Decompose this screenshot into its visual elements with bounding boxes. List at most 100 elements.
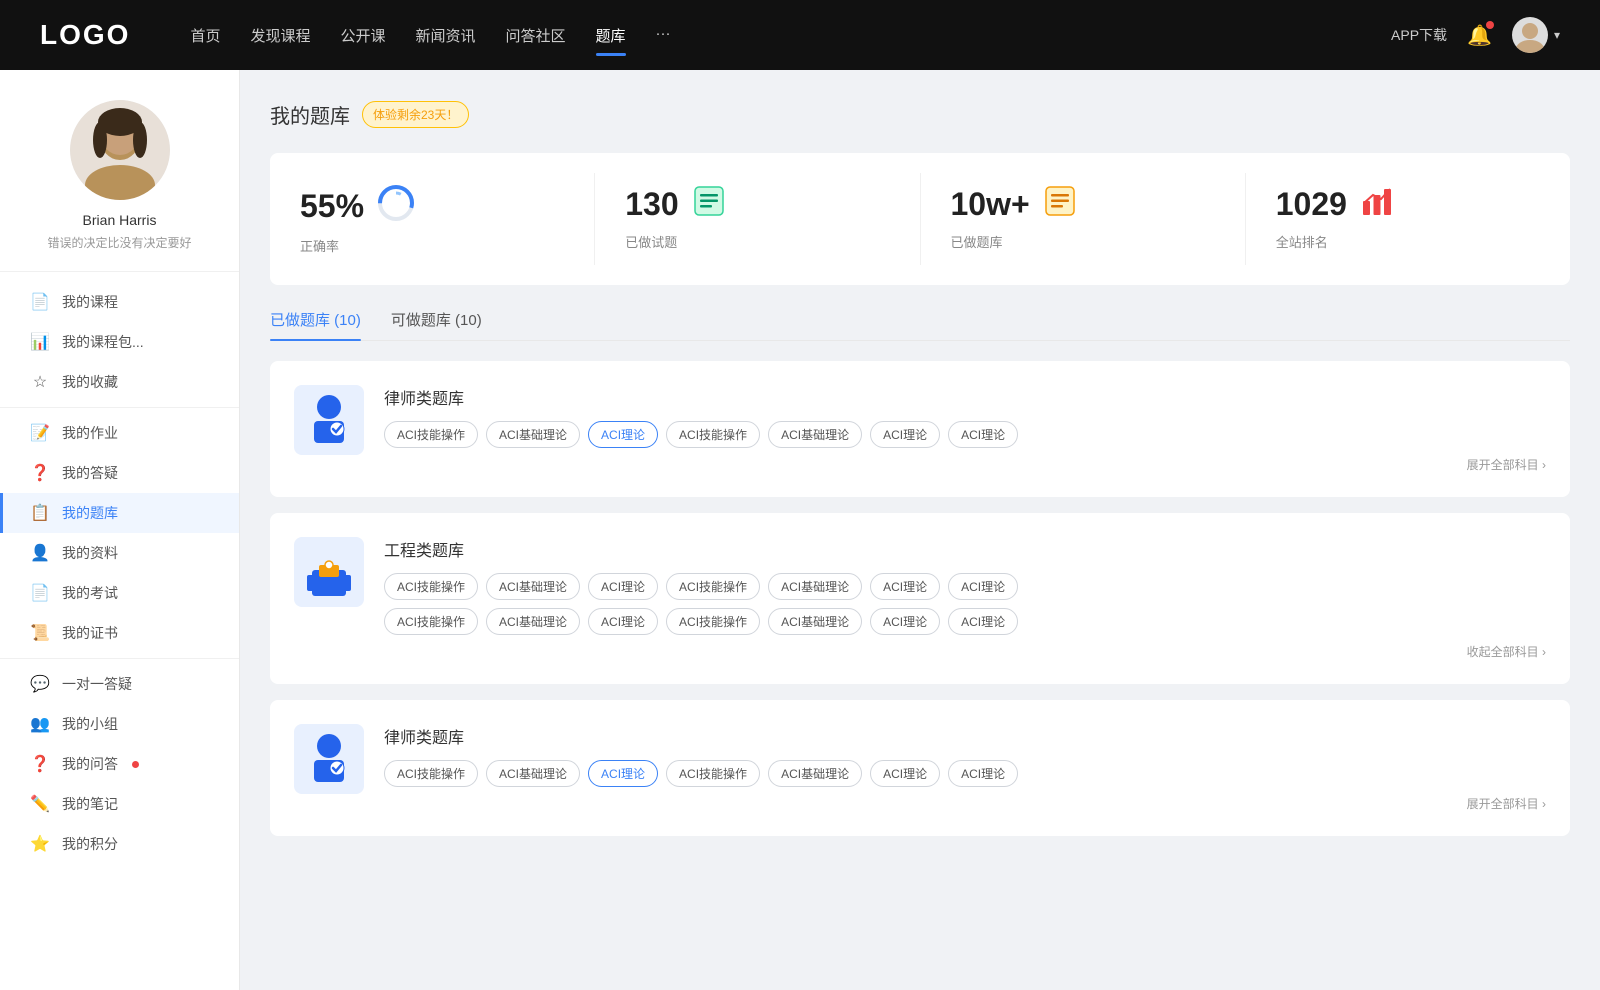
sidebar-item-homework[interactable]: 📝 我的作业 — [0, 413, 239, 453]
tag[interactable]: ACI技能操作 — [666, 608, 760, 635]
app-download-btn[interactable]: APP下载 — [1391, 25, 1447, 45]
notification-dot — [1486, 21, 1494, 29]
stat-rank: 1029 全站排名 — [1246, 173, 1570, 265]
tags-row-lawyer-1: ACI技能操作 ACI基础理论 ACI理论 ACI技能操作 ACI基础理论 AC… — [384, 421, 1546, 448]
sidebar-menu: 📄 我的课程 📊 我的课程包... ☆ 我的收藏 📝 我的作业 ❓ 我的答疑 � — [0, 272, 239, 874]
sidebar-item-certificate[interactable]: 📜 我的证书 — [0, 613, 239, 653]
profile-icon: 👤 — [30, 543, 50, 563]
tag[interactable]: ACI技能操作 — [384, 608, 478, 635]
nav-discover[interactable]: 发现课程 — [250, 20, 310, 51]
tag[interactable]: ACI技能操作 — [384, 760, 478, 787]
tag[interactable]: ACI技能操作 — [666, 573, 760, 600]
profile-name: Brian Harris — [20, 212, 219, 228]
sidebar: Brian Harris 错误的决定比没有决定要好 📄 我的课程 📊 我的课程包… — [0, 70, 240, 990]
expand-btn-lawyer-2[interactable]: 展开全部科目 › — [384, 795, 1546, 812]
tags-row-engineering-1: ACI技能操作 ACI基础理论 ACI理论 ACI技能操作 ACI基础理论 AC… — [384, 573, 1546, 600]
tag[interactable]: ACI基础理论 — [486, 421, 580, 448]
qbank-icon-lawyer-1 — [294, 385, 364, 455]
tag[interactable]: ACI理论 — [588, 608, 658, 635]
my-qa-icon: ❓ — [30, 754, 50, 774]
sidebar-item-my-course[interactable]: 📄 我的课程 — [0, 282, 239, 322]
tag[interactable]: ACI基础理论 — [486, 760, 580, 787]
stat-done-banks: 10w+ 已做题库 — [921, 173, 1246, 265]
tag[interactable]: ACI基础理论 — [768, 760, 862, 787]
sidebar-item-favorites[interactable]: ☆ 我的收藏 — [0, 362, 239, 402]
page-title: 我的题库 — [270, 100, 350, 129]
nav-question-bank[interactable]: 题库 — [596, 20, 626, 51]
tag[interactable]: ACI基础理论 — [486, 608, 580, 635]
sidebar-item-notes[interactable]: ✏️ 我的笔记 — [0, 784, 239, 824]
page-layout: Brian Harris 错误的决定比没有决定要好 📄 我的课程 📊 我的课程包… — [0, 70, 1600, 990]
sidebar-label-question-bank: 我的题库 — [62, 503, 118, 523]
sidebar-label-qa: 我的答疑 — [62, 463, 118, 483]
one-on-one-icon: 💬 — [30, 674, 50, 694]
tag[interactable]: ACI理论 — [948, 421, 1018, 448]
tag[interactable]: ACI理论 — [870, 608, 940, 635]
nav-home[interactable]: 首页 — [190, 20, 220, 51]
tag[interactable]: ACI理论 — [870, 760, 940, 787]
tag[interactable]: ACI基础理论 — [768, 573, 862, 600]
qbank-icon-engineering — [294, 537, 364, 607]
qbank-card-lawyer-2: 律师类题库 ACI技能操作 ACI基础理论 ACI理论 ACI技能操作 ACI基… — [270, 700, 1570, 836]
qbank-name-lawyer-1: 律师类题库 — [384, 385, 1546, 409]
sidebar-label-favorites: 我的收藏 — [62, 372, 118, 392]
tag[interactable]: ACI技能操作 — [666, 421, 760, 448]
sidebar-item-group[interactable]: 👥 我的小组 — [0, 704, 239, 744]
menu-divider-1 — [0, 407, 239, 408]
tag[interactable]: ACI基础理论 — [486, 573, 580, 600]
tags-row-engineering-2: ACI技能操作 ACI基础理论 ACI理论 ACI技能操作 ACI基础理论 AC… — [384, 608, 1546, 635]
nav-qa[interactable]: 问答社区 — [506, 20, 566, 51]
group-icon: 👥 — [30, 714, 50, 734]
tabs-row: 已做题库 (10) 可做题库 (10) — [270, 309, 1570, 341]
sidebar-item-exam[interactable]: 📄 我的考试 — [0, 573, 239, 613]
exam-icon: 📄 — [30, 583, 50, 603]
nav-more[interactable]: ··· — [656, 20, 671, 51]
main-content: 我的题库 体验剩余23天！ 55% 正确率 — [240, 70, 1600, 990]
tag[interactable]: ACI基础理论 — [768, 608, 862, 635]
nav-open-course[interactable]: 公开课 — [340, 20, 385, 51]
tag[interactable]: ACI理论 — [948, 608, 1018, 635]
sidebar-label-points: 我的积分 — [62, 834, 118, 854]
sidebar-item-question-bank[interactable]: 📋 我的题库 — [0, 493, 239, 533]
qa-icon: ❓ — [30, 463, 50, 483]
stat-banks-label: 已做题库 — [951, 232, 1215, 251]
tag[interactable]: ACI理论 — [948, 760, 1018, 787]
sidebar-label-homework: 我的作业 — [62, 423, 118, 443]
sidebar-label-my-qa: 我的问答 — [62, 754, 118, 774]
stat-accuracy-value: 55% — [300, 188, 364, 225]
sidebar-item-profile[interactable]: 👤 我的资料 — [0, 533, 239, 573]
sidebar-label-course-pack: 我的课程包... — [62, 332, 144, 352]
profile-motto: 错误的决定比没有决定要好 — [20, 234, 219, 251]
tag[interactable]: ACI技能操作 — [384, 421, 478, 448]
tag-active[interactable]: ACI理论 — [588, 760, 658, 787]
sidebar-item-1on1[interactable]: 💬 一对一答疑 — [0, 664, 239, 704]
sidebar-item-course-pack[interactable]: 📊 我的课程包... — [0, 322, 239, 362]
sidebar-item-my-qa[interactable]: ❓ 我的问答 — [0, 744, 239, 784]
collapse-btn-engineering[interactable]: 收起全部科目 › — [384, 643, 1546, 660]
expand-btn-lawyer-1[interactable]: 展开全部科目 › — [384, 456, 1546, 473]
nav-news[interactable]: 新闻资讯 — [416, 20, 476, 51]
sidebar-label-exam: 我的考试 — [62, 583, 118, 603]
points-icon: ⭐ — [30, 834, 50, 854]
tab-done-banks[interactable]: 已做题库 (10) — [270, 309, 361, 340]
tab-available-banks[interactable]: 可做题库 (10) — [391, 309, 482, 340]
tag[interactable]: ACI技能操作 — [384, 573, 478, 600]
sidebar-item-qa[interactable]: ❓ 我的答疑 — [0, 453, 239, 493]
profile-avatar — [70, 100, 170, 200]
stat-rank-value: 1029 — [1276, 186, 1347, 223]
tag[interactable]: ACI理论 — [948, 573, 1018, 600]
tag[interactable]: ACI理论 — [870, 421, 940, 448]
stat-done-label: 已做试题 — [625, 232, 889, 251]
sidebar-item-points[interactable]: ⭐ 我的积分 — [0, 824, 239, 864]
tag[interactable]: ACI基础理论 — [768, 421, 862, 448]
page-header: 我的题库 体验剩余23天！ — [270, 100, 1570, 129]
user-avatar-menu[interactable]: ▾ — [1512, 17, 1560, 53]
tag[interactable]: ACI技能操作 — [666, 760, 760, 787]
accuracy-chart-icon — [376, 183, 416, 230]
qbank-icon-lawyer-2 — [294, 724, 364, 794]
tag-active[interactable]: ACI理论 — [588, 421, 658, 448]
course-pack-icon: 📊 — [30, 332, 50, 352]
notification-bell[interactable]: 🔔 — [1467, 23, 1492, 48]
tag[interactable]: ACI理论 — [870, 573, 940, 600]
tag[interactable]: ACI理论 — [588, 573, 658, 600]
